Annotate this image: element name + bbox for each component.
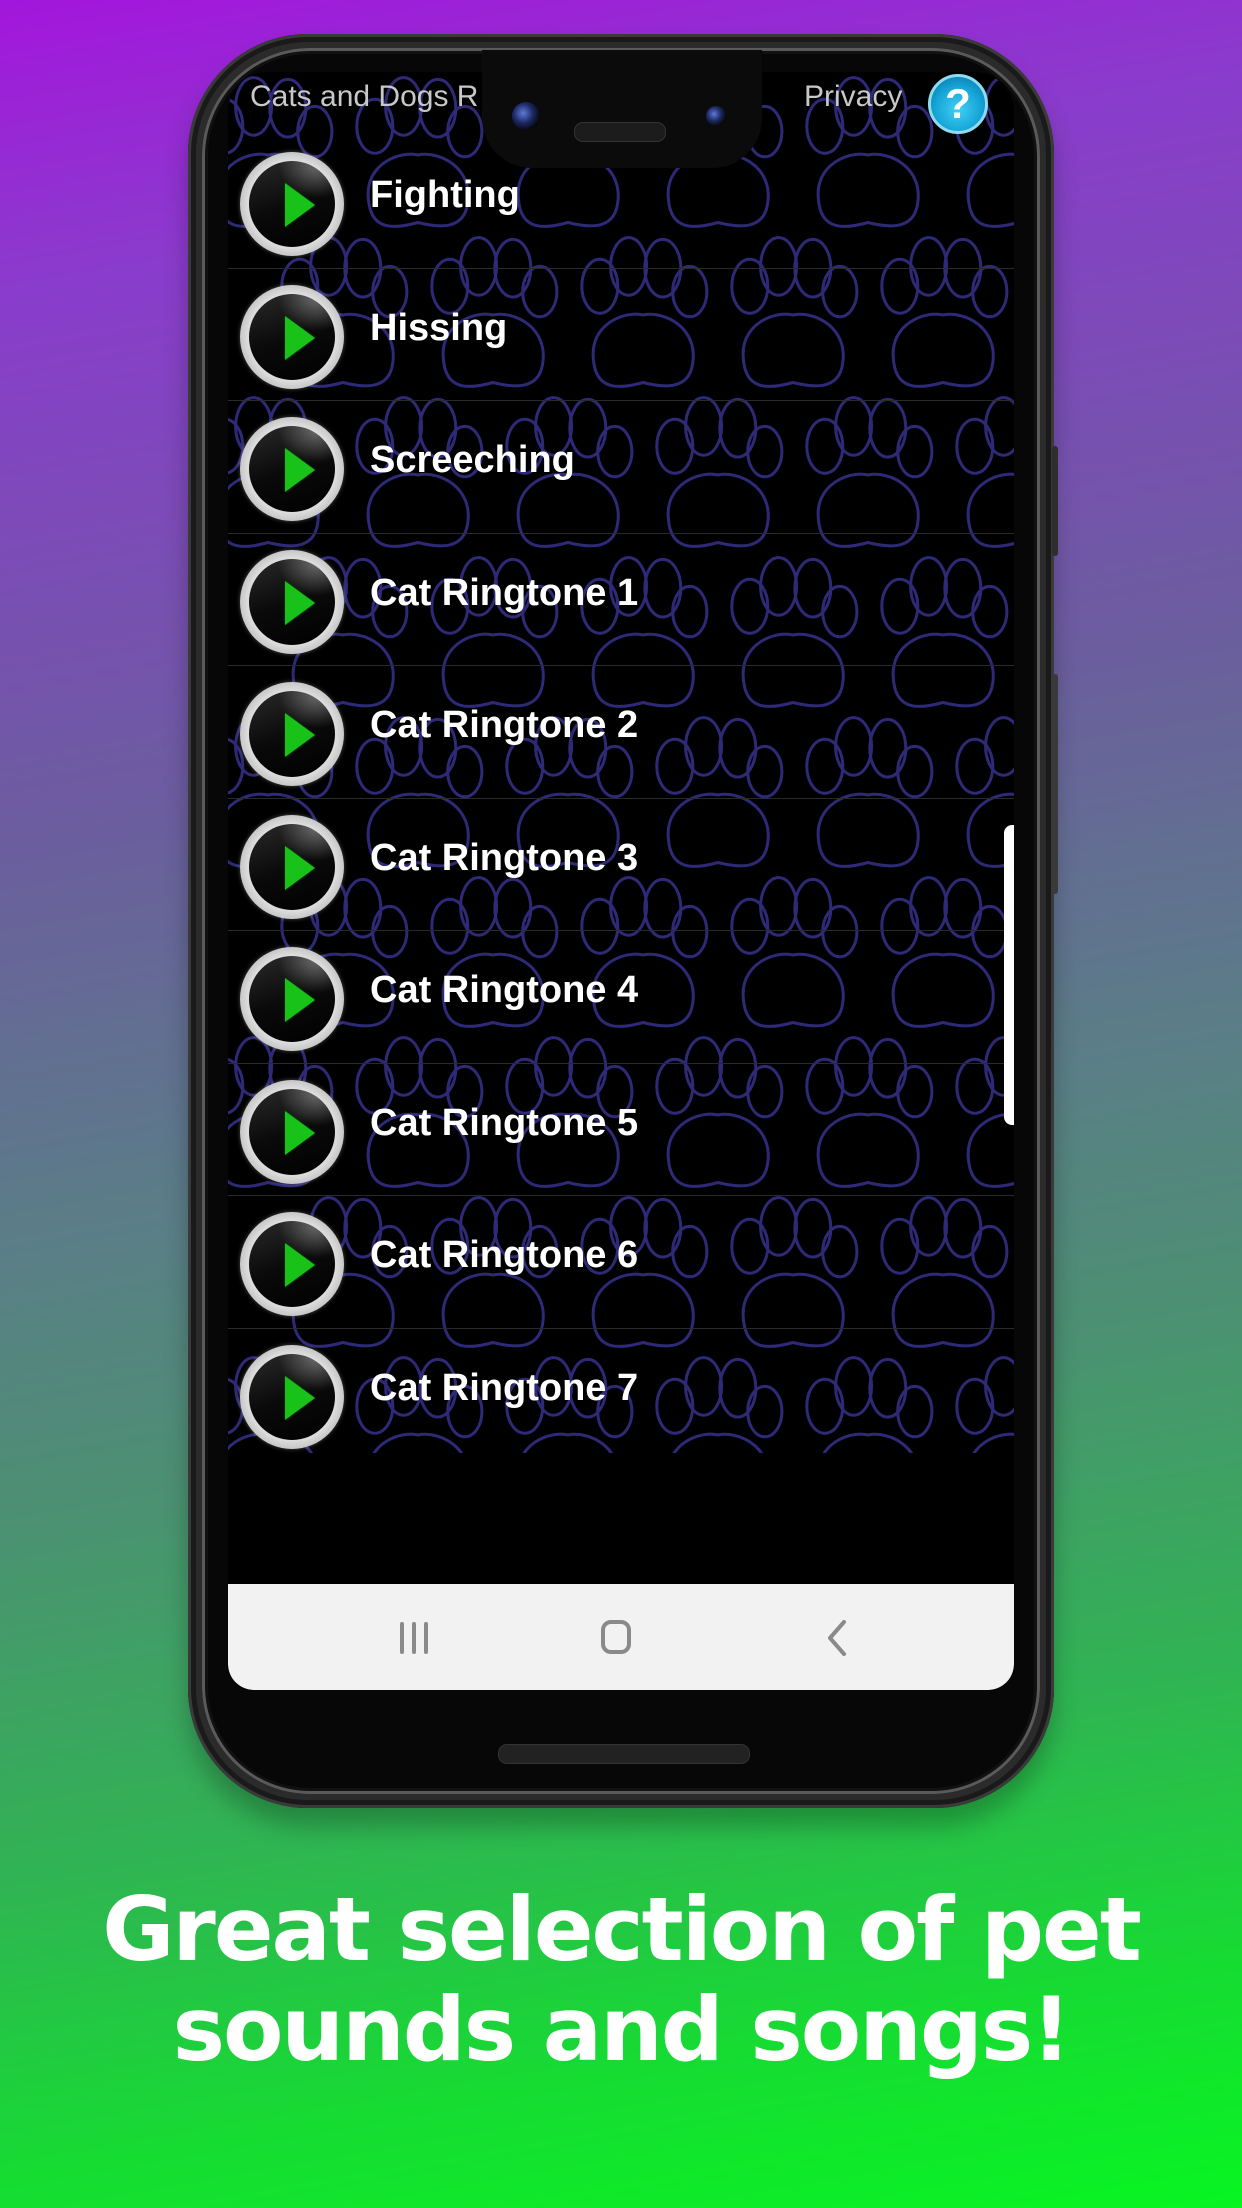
sound-list-item[interactable]: Cat Ringtone 1 — [228, 534, 1014, 666]
sound-label: Cat Ringtone 2 — [370, 704, 639, 746]
recents-icon[interactable] — [400, 1622, 430, 1654]
help-button[interactable]: ? — [928, 74, 988, 134]
question-mark-icon: ? — [945, 80, 971, 127]
promo-caption: Great selection of pet sounds and songs! — [0, 1880, 1242, 2080]
sound-label: Screeching — [370, 439, 575, 481]
play-button[interactable] — [240, 549, 344, 654]
play-icon — [285, 1243, 315, 1287]
home-icon[interactable] — [601, 1620, 631, 1654]
play-button[interactable] — [240, 947, 344, 1051]
app-screen: Cats and Dogs Ringtones Privacy ? Fighti… — [228, 72, 1014, 1690]
promo-line-2: sounds and songs! — [172, 1978, 1072, 2081]
sound-list-item[interactable]: Cat Ringtone 4 — [228, 931, 1014, 1064]
sound-list-item[interactable]: Screeching — [228, 401, 1014, 534]
sound-list-item[interactable]: Cat Ringtone 3 — [228, 799, 1014, 931]
sound-list: Fighting Hissing Screeching Cat Ringtone… — [228, 136, 1014, 1461]
sound-label: Cat Ringtone 5 — [370, 1101, 639, 1144]
sound-label: Cat Ringtone 4 — [370, 969, 639, 1011]
back-icon[interactable] — [826, 1620, 850, 1656]
app-title: Cats and Dogs Ringtones — [250, 80, 480, 113]
play-icon — [285, 713, 315, 757]
sound-list-item[interactable]: Hissing — [228, 269, 1014, 401]
bottom-speaker-grille — [498, 1744, 750, 1764]
play-button[interactable] — [240, 682, 344, 786]
play-button[interactable] — [240, 1212, 344, 1316]
sound-label: Cat Ringtone 3 — [370, 836, 639, 879]
sound-list-item[interactable]: Cat Ringtone 2 — [228, 666, 1014, 799]
sound-label: Cat Ringtone 1 — [370, 571, 639, 614]
phone-side-button-upper — [1052, 446, 1058, 556]
sound-label: Hissing — [370, 306, 508, 349]
sound-list-item[interactable]: Cat Ringtone 6 — [228, 1196, 1014, 1329]
play-button[interactable] — [240, 1079, 344, 1184]
play-button[interactable] — [240, 417, 344, 521]
phone-side-button-lower — [1052, 674, 1058, 894]
scrollbar-thumb[interactable] — [1004, 825, 1014, 1125]
sound-label: Cat Ringtone 7 — [370, 1366, 639, 1409]
privacy-link[interactable]: Privacy — [804, 80, 902, 114]
play-icon — [285, 845, 315, 890]
play-icon — [285, 1110, 315, 1155]
play-icon — [285, 580, 315, 625]
promo-line-1: Great selection of pet — [102, 1878, 1142, 1981]
sound-list-item[interactable]: Cat Ringtone 5 — [228, 1064, 1014, 1196]
play-icon — [285, 183, 315, 227]
play-button[interactable] — [240, 284, 344, 389]
sound-label: Cat Ringtone 6 — [370, 1234, 639, 1276]
play-icon — [285, 978, 315, 1022]
app-header: Cats and Dogs Ringtones Privacy ? — [228, 72, 1014, 172]
play-icon — [285, 1375, 315, 1420]
play-button[interactable] — [240, 814, 344, 919]
play-button[interactable] — [240, 1344, 344, 1449]
system-navigation-bar — [228, 1584, 1014, 1690]
play-icon — [285, 315, 315, 360]
sound-label: Fighting — [370, 174, 520, 216]
play-icon — [285, 448, 315, 492]
sound-list-item[interactable]: Cat Ringtone 7 — [228, 1329, 1014, 1462]
